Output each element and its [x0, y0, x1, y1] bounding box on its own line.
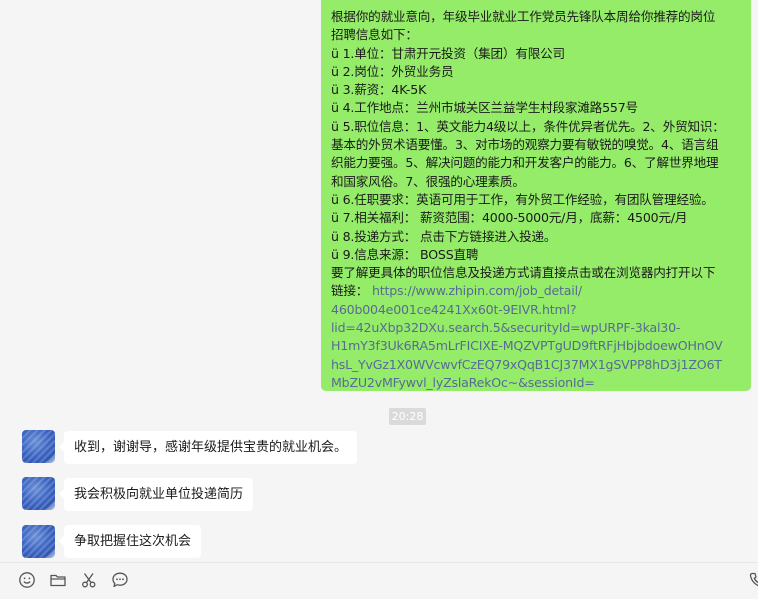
chat-area: 根据你的就业意向，年级毕业就业工作党员先锋队本周给你推荐的岗位 招聘信息如下： … — [0, 0, 758, 562]
message-line: ü 1.单位：甘肃开元投资（集团）有限公司 — [331, 45, 565, 61]
outgoing-message-bubble[interactable]: 根据你的就业意向，年级毕业就业工作党员先锋队本周给你推荐的岗位 招聘信息如下： … — [321, 0, 751, 391]
message-line: ü 9.信息来源： BOSS直聘 — [331, 246, 479, 262]
job-link-continued[interactable]: H1mY3f3Uk6RA5mLrFICIXE-MQZVPTgUD9ftRFjHb… — [331, 337, 741, 355]
chat-bubble-icon[interactable] — [111, 571, 129, 589]
folder-icon[interactable] — [49, 571, 67, 589]
link-prefix: 链接： — [331, 283, 369, 299]
message-line: ü 6.任职要求：英语可用于工作，有外贸工作经验，有团队管理经验。 — [331, 191, 714, 207]
incoming-message-bubble[interactable]: 收到，谢谢导，感谢年级提供宝贵的就业机会。 — [58, 431, 358, 464]
message-line: 招聘信息如下： — [331, 27, 418, 43]
message-line: ü 4.工作地点：兰州市城关区兰益学生村段家滩路557号 — [331, 100, 638, 116]
message-line: 要了解更具体的职位信息及投递方式请直接点击或在浏览器内打开以下 — [331, 265, 716, 281]
message-line: 根据你的就业意向，年级毕业就业工作党员先锋队本周给你推荐的岗位 — [331, 9, 716, 24]
link-line: 链接： https://www.zhipin.com/job_detail/ — [331, 282, 741, 300]
message-line: ü 3.薪资：4K-5K — [331, 82, 427, 98]
message-line: ü 7.相关福利： 薪资范围：4000-5000元/月，底薪：4500元/月 — [331, 210, 688, 226]
job-link-continued[interactable]: MbZU2vMFywvl_lyZslaRekOc~&sessionId= — [331, 374, 741, 392]
message-timestamp: 20:28 — [389, 408, 426, 425]
incoming-message-bubble[interactable]: 争取把握住这次机会 — [58, 525, 202, 558]
phone-icon[interactable] — [748, 571, 758, 589]
emoji-icon[interactable] — [18, 571, 36, 589]
avatar[interactable] — [22, 477, 55, 510]
avatar[interactable] — [22, 525, 55, 558]
message-line: ü 5.职位信息：1、英文能力4级以上，条件优异者优先。2、外贸知识： — [331, 118, 725, 134]
message-line: ü 8.投递方式： 点击下方链接进入投递。 — [331, 228, 557, 244]
message-line: 和国家风俗。7、很强的心理素质。 — [331, 173, 525, 189]
job-link-continued[interactable]: lid=42uXbp32DXu.search.5&securityId=wpUR… — [331, 319, 741, 337]
avatar[interactable] — [22, 430, 55, 463]
message-line: ü 2.岗位：外贸业务员 — [331, 63, 454, 79]
scissors-icon[interactable] — [80, 571, 98, 589]
message-line: 织能力要强。5、解决问题的能力和开发客户的能力。6、了解世界地理 — [331, 155, 719, 171]
job-link-continued[interactable]: hsL_YvGz1X0WVcwvfCzEQ79xQqB1CJ37MX1gSVPP… — [331, 356, 741, 374]
input-toolbar — [0, 562, 758, 599]
job-link-continued[interactable]: 460b004e001ce4241Xx60t-9EIVR.html? — [331, 301, 741, 319]
incoming-message-bubble[interactable]: 我会积极向就业单位投递简历 — [58, 478, 254, 511]
message-line: 基本的外贸术语要懂。3、对市场的观察力要有敏锐的嗅觉。4、语言组 — [331, 137, 719, 153]
job-link[interactable]: https://www.zhipin.com/job_detail/ — [372, 283, 582, 298]
